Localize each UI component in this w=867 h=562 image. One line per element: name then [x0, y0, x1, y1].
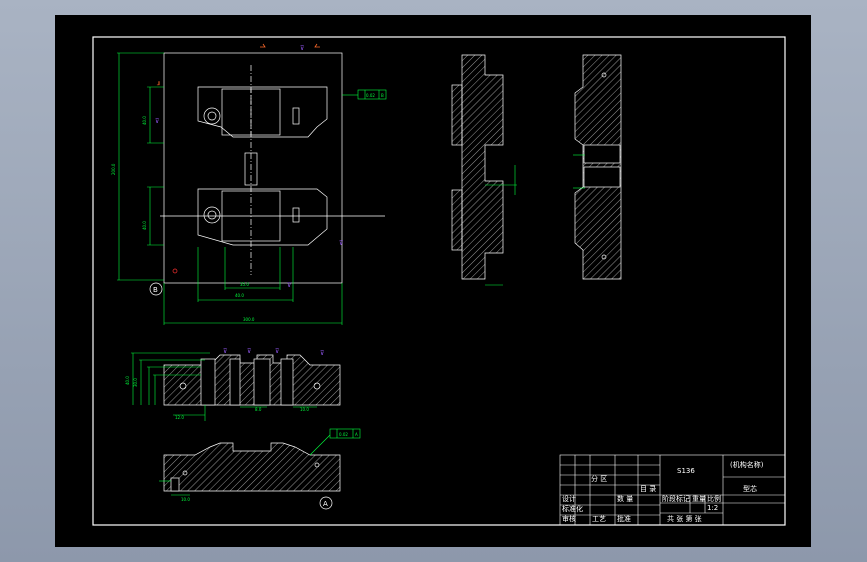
plan-view-b [160, 52, 385, 284]
svg-text:30.0: 30.0 [133, 378, 138, 387]
svg-text:0.02: 0.02 [339, 432, 348, 437]
svg-text:比例: 比例 [707, 494, 721, 503]
svg-text:审核: 审核 [562, 514, 576, 523]
svg-text:10.0: 10.0 [181, 497, 190, 502]
svg-text:⊽: ⊽ [320, 350, 324, 357]
tolerance-frame-top: 0.02 B [342, 89, 387, 100]
svg-text:设计: 设计 [562, 494, 576, 503]
svg-text:⊽: ⊽ [155, 118, 159, 125]
svg-text:B: B [381, 93, 384, 98]
svg-text:分 区: 分 区 [591, 474, 607, 483]
drawing-number: S136 [677, 467, 695, 475]
outer-frame [92, 36, 786, 526]
svg-text:阶段标记: 阶段标记 [662, 494, 690, 503]
svg-text:12.0: 12.0 [175, 415, 184, 420]
annotation-markers: ⊽ ⊽ ⊽ ⊽ ╜ [155, 43, 343, 289]
svg-text:⊽: ⊽ [300, 45, 304, 52]
title-block-texts: S136 (机构名称) 型芯 分 区 数 量 目 录 阶段标记 重量 比例 1:… [562, 460, 764, 523]
view-label-b: B [149, 282, 163, 296]
svg-text:40.0: 40.0 [142, 116, 147, 125]
svg-text:重量: 重量 [692, 495, 706, 503]
view-label-a: A [319, 496, 333, 510]
part-name: (机构名称) [730, 460, 764, 469]
svg-text:╜: ╜ [156, 81, 161, 89]
front-section [163, 354, 341, 406]
svg-text:数 量: 数 量 [617, 494, 633, 503]
side-section-1 [451, 54, 517, 286]
svg-text:⊽: ⊽ [287, 282, 291, 289]
svg-text:300.0: 300.0 [243, 317, 255, 322]
drawing-sheet: 200.0 40.0 40.0 40.0 300.0 35.0 0.02 B B… [92, 36, 786, 526]
svg-text:10.0: 10.0 [300, 407, 309, 412]
part-title: 型芯 [743, 484, 757, 493]
svg-text:40.0: 40.0 [142, 221, 147, 230]
drawing-viewport[interactable]: 200.0 40.0 40.0 40.0 300.0 35.0 0.02 B B… [55, 15, 811, 547]
svg-text:A: A [355, 432, 358, 437]
svg-text:B: B [153, 286, 158, 294]
side-section-2 [573, 54, 622, 280]
svg-text:35.0: 35.0 [240, 282, 249, 287]
tolerance-frame-bottom: 0.02 A [309, 428, 361, 456]
svg-text:8.0: 8.0 [255, 407, 262, 412]
svg-text:0.02: 0.02 [366, 93, 375, 98]
svg-text:⊽: ⊽ [223, 348, 227, 355]
svg-text:A: A [323, 500, 328, 508]
svg-text:⊽: ⊽ [247, 348, 251, 355]
svg-text:40.0: 40.0 [235, 293, 244, 298]
plan-dimension-texts: 200.0 40.0 40.0 40.0 300.0 35.0 [111, 116, 255, 322]
svg-text:目 录: 目 录 [640, 485, 656, 493]
svg-text:200.0: 200.0 [111, 163, 116, 175]
svg-text:⊽: ⊽ [339, 240, 343, 247]
svg-text:标准化: 标准化 [562, 504, 583, 513]
svg-text:40.0: 40.0 [125, 376, 130, 385]
svg-text:批准: 批准 [617, 514, 631, 523]
svg-text:工艺: 工艺 [592, 515, 606, 523]
svg-text:⊽: ⊽ [275, 348, 279, 355]
svg-text:1:2: 1:2 [707, 504, 718, 512]
svg-text:共 张 第 张: 共 张 第 张 [667, 514, 702, 523]
